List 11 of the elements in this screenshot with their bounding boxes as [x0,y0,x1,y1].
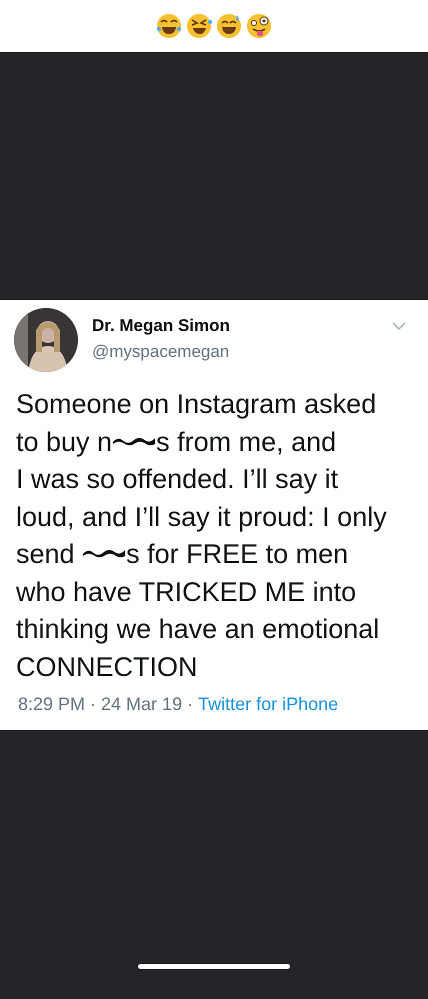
chevron-down-icon[interactable] [392,322,406,331]
tweet-text: Someone on Instagram asked to buy n s from me, and I was so offended. I’ll say it loud, and I’ll say it proud: I only send s for FREE to men who have TRICKED ME into thinking we have an emotional CONNECTION [16,388,388,684]
tweet-timestamp: 8:29 PM · 24 Mar 19 · [18,694,194,715]
display-name: Dr. Megan Simon [92,316,231,336]
emoji-icon [215,12,243,40]
emoji-icon [245,12,273,40]
emoji-icon [155,12,183,40]
emoji-icon [185,12,213,40]
username: @myspacemegan [92,342,230,362]
source-link[interactable]: Twitter for iPhone [198,694,338,715]
scribble-mark [82,547,126,559]
